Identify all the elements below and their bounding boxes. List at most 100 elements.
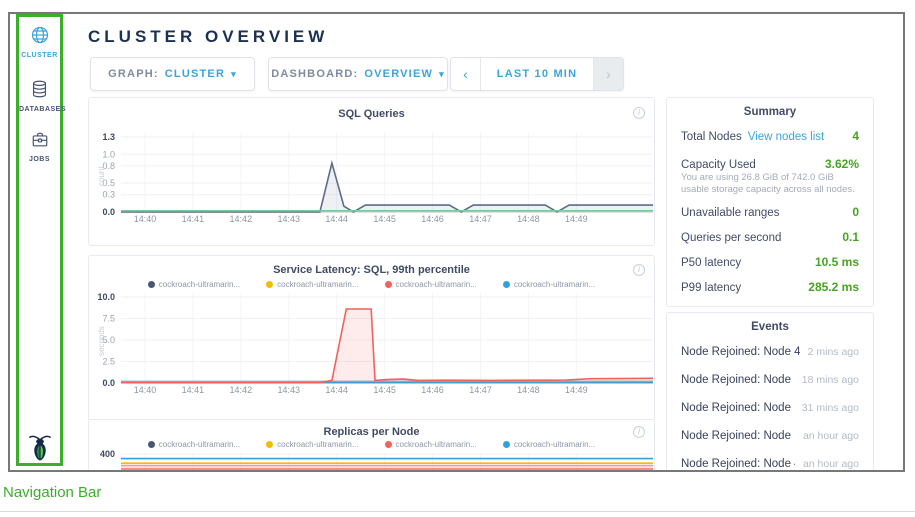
- summary-value: 4: [852, 129, 859, 143]
- replicas-per-node-panel: Replicas per Node i cockroach-ultramarin…: [88, 419, 655, 472]
- svg-text:0.0: 0.0: [102, 378, 115, 388]
- svg-text:14:44: 14:44: [325, 385, 348, 395]
- view-nodes-list-link[interactable]: View nodes list: [748, 131, 825, 143]
- event-title: Node Rejoined: Node 4 rej...: [681, 458, 795, 470]
- legend-label: cockroach-ultramarin...: [159, 440, 240, 449]
- legend-item[interactable]: cockroach-ultramarin...: [385, 440, 477, 449]
- event-title: Node Rejoined: Node 4 rej...: [681, 346, 800, 358]
- legend-item[interactable]: cockroach-ultramarin...: [148, 440, 240, 449]
- event-row: Node Rejoined: Node 1 rej... an hour ago: [681, 430, 859, 442]
- legend-item[interactable]: cockroach-ultramarin...: [266, 440, 358, 449]
- sidebar-item-jobs[interactable]: JOBS: [19, 130, 60, 163]
- summary-row-queries-per-second: Queries per second 0.1: [681, 230, 859, 244]
- svg-text:14:46: 14:46: [421, 214, 444, 224]
- sidebar-item-databases[interactable]: DATABASES: [19, 79, 60, 113]
- y-axis-unit: count: [97, 166, 106, 186]
- navigation-bar-highlight: CLUSTER DATABASES: [16, 14, 63, 466]
- page-title: CLUSTER OVERVIEW: [88, 27, 328, 47]
- legend-dot-icon: [503, 281, 510, 288]
- legend-item[interactable]: cockroach-ultramarin...: [385, 280, 477, 289]
- svg-text:14:41: 14:41: [182, 385, 205, 395]
- sql-queries-chart: 0.00.30.50.81.01.314:4014:4114:4214:4314…: [89, 98, 654, 245]
- chart-title: Service Latency: SQL, 99th percentile: [89, 264, 654, 276]
- svg-text:400: 400: [100, 449, 115, 459]
- service-latency-panel: Service Latency: SQL, 99th percentile i …: [88, 255, 655, 421]
- time-window-label[interactable]: LAST 10 MIN: [481, 58, 593, 90]
- info-icon[interactable]: i: [633, 264, 645, 276]
- svg-text:1.0: 1.0: [102, 149, 115, 159]
- summary-label: Total Nodes: [681, 131, 742, 143]
- svg-text:14:40: 14:40: [134, 385, 157, 395]
- sidebar-item-label: DATABASES: [19, 106, 60, 113]
- summary-row-unavailable-ranges: Unavailable ranges 0: [681, 205, 859, 219]
- summary-title: Summary: [667, 106, 873, 118]
- summary-row-total-nodes: Total Nodes View nodes list 4: [681, 129, 859, 143]
- summary-value: 285.2 ms: [808, 280, 859, 294]
- summary-label: Capacity Used: [681, 159, 756, 171]
- legend-item[interactable]: cockroach-ultramarin...: [266, 280, 358, 289]
- page-divider: [0, 511, 915, 512]
- database-icon: [30, 79, 49, 99]
- svg-text:14:42: 14:42: [230, 214, 253, 224]
- legend-item[interactable]: cockroach-ultramarin...: [503, 280, 595, 289]
- dashboard-dropdown-value: OVERVIEW: [364, 68, 433, 80]
- briefcase-icon: [30, 130, 50, 149]
- annotation-label: Navigation Bar: [3, 484, 101, 501]
- summary-panel: Summary Total Nodes View nodes list 4 Ca…: [666, 97, 874, 307]
- legend-dot-icon: [385, 281, 392, 288]
- graph-dropdown-label: GRAPH:: [108, 68, 159, 80]
- summary-label: P99 latency: [681, 282, 741, 294]
- summary-value: 0.1: [842, 230, 859, 244]
- legend-label: cockroach-ultramarin...: [514, 440, 595, 449]
- event-row: Node Rejoined: Node 3 rej... 18 mins ago: [681, 374, 859, 386]
- cockroachdb-logo[interactable]: [19, 433, 60, 466]
- events-title: Events: [667, 321, 873, 333]
- summary-label: Queries per second: [681, 232, 781, 244]
- cockroach-bug-icon: [27, 433, 53, 461]
- svg-text:2.5: 2.5: [102, 357, 115, 367]
- legend-dot-icon: [148, 281, 155, 288]
- svg-text:14:45: 14:45: [373, 214, 396, 224]
- graph-dropdown[interactable]: GRAPH: CLUSTER ▾: [90, 57, 255, 91]
- svg-text:14:48: 14:48: [517, 214, 540, 224]
- info-icon[interactable]: i: [633, 426, 645, 438]
- event-time: 2 mins ago: [800, 346, 859, 358]
- event-row: Node Rejoined: Node 4 rej... 2 mins ago: [681, 346, 859, 358]
- svg-text:14:49: 14:49: [565, 214, 588, 224]
- chevron-down-icon: ▾: [231, 69, 237, 80]
- globe-icon: [30, 25, 50, 45]
- summary-row-p50-latency: P50 latency 10.5 ms: [681, 255, 859, 269]
- summary-row-p99-latency: P99 latency 285.2 ms: [681, 280, 859, 294]
- time-prev-button[interactable]: ‹: [451, 58, 481, 90]
- svg-text:0.0: 0.0: [102, 207, 115, 217]
- event-time: an hour ago: [795, 458, 859, 470]
- summary-value: 3.62%: [825, 157, 859, 171]
- legend-label: cockroach-ultramarin...: [277, 280, 358, 289]
- chart-title: Replicas per Node: [89, 426, 654, 438]
- legend-dot-icon: [503, 441, 510, 448]
- info-icon[interactable]: i: [633, 107, 645, 119]
- time-next-button[interactable]: ›: [593, 58, 623, 90]
- legend-dot-icon: [385, 441, 392, 448]
- event-title: Node Rejoined: Node 1 rej...: [681, 430, 795, 442]
- admin-ui-window: CLUSTER DATABASES: [8, 12, 905, 472]
- legend-item[interactable]: cockroach-ultramarin...: [503, 440, 595, 449]
- legend-item[interactable]: cockroach-ultramarin...: [148, 280, 240, 289]
- summary-value: 10.5 ms: [815, 255, 859, 269]
- legend-label: cockroach-ultramarin...: [159, 280, 240, 289]
- svg-text:14:40: 14:40: [134, 214, 157, 224]
- event-title: Node Rejoined: Node 2 rej...: [681, 402, 794, 414]
- events-panel: Events Node Rejoined: Node 4 rej... 2 mi…: [666, 312, 874, 472]
- sidebar-item-cluster[interactable]: CLUSTER: [19, 25, 60, 59]
- event-row: Node Rejoined: Node 2 rej... 31 mins ago: [681, 402, 859, 414]
- event-time: 31 mins ago: [794, 402, 859, 414]
- summary-label: Unavailable ranges: [681, 207, 779, 219]
- svg-text:14:44: 14:44: [325, 214, 348, 224]
- chart-legend: cockroach-ultramarin... cockroach-ultrama…: [89, 280, 654, 289]
- svg-text:14:42: 14:42: [230, 385, 253, 395]
- dashboard-dropdown[interactable]: DASHBOARD: OVERVIEW ▾: [268, 57, 448, 91]
- event-row: Node Rejoined: Node 4 rej... an hour ago: [681, 458, 859, 470]
- svg-text:0.3: 0.3: [102, 190, 115, 200]
- svg-text:14:43: 14:43: [277, 214, 300, 224]
- chart-legend: cockroach-ultramarin... cockroach-ultrama…: [89, 440, 654, 449]
